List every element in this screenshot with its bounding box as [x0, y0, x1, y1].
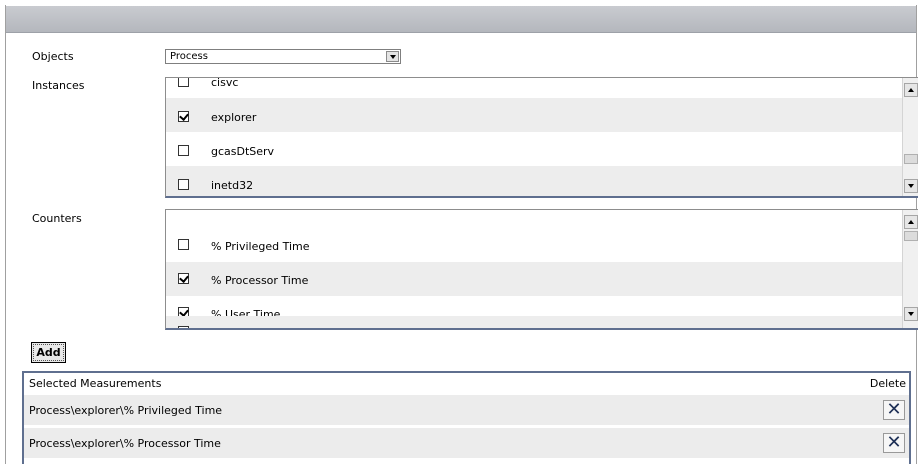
counter-checkbox[interactable] — [178, 239, 189, 250]
counter-checkbox[interactable] — [178, 273, 189, 284]
instances-list[interactable]: cisvc explorer gcasDtServ inetd32 — [165, 77, 918, 198]
measurement-text: Process\explorer\% Processor Time — [29, 437, 221, 450]
delete-icon[interactable]: ✕ — [883, 433, 905, 453]
instance-label: cisvc — [211, 77, 239, 89]
list-item[interactable]: % Privileged Time — [166, 228, 902, 262]
list-item[interactable]: cisvc — [166, 77, 902, 98]
list-item[interactable]: explorer — [166, 98, 902, 132]
list-item[interactable] — [166, 316, 902, 328]
counter-label: % Processor Time — [211, 274, 309, 287]
instances-scrollbar[interactable] — [902, 78, 918, 196]
table-row: Process\explorer\% Privileged Time ✕ — [24, 395, 909, 425]
counter-checkbox[interactable] — [178, 326, 189, 328]
instances-label: Instances — [32, 79, 85, 92]
delete-icon[interactable]: ✕ — [883, 400, 905, 420]
instance-checkbox[interactable] — [178, 111, 189, 122]
chevron-down-icon[interactable] — [386, 51, 399, 62]
selected-measurements-header: Selected Measurements — [29, 377, 162, 390]
scroll-up-icon[interactable] — [904, 215, 918, 229]
delete-column-header: Delete — [869, 377, 906, 390]
scroll-thumb[interactable] — [904, 231, 918, 241]
counters-scrollbar[interactable] — [902, 210, 918, 328]
objects-select-value: Process — [170, 51, 208, 62]
instance-checkbox[interactable] — [178, 179, 189, 190]
measurement-text: Process\explorer\% Privileged Time — [29, 404, 223, 417]
instance-checkbox[interactable] — [178, 78, 189, 87]
list-item[interactable]: gcasDtServ — [166, 132, 902, 166]
table-row: Process\explorer\% Processor Time ✕ — [24, 428, 909, 458]
counter-label: % Privileged Time — [211, 240, 310, 253]
panel-title-bar — [6, 6, 916, 33]
instance-label: inetd32 — [211, 179, 254, 192]
scroll-up-icon[interactable] — [904, 83, 918, 97]
instance-checkbox[interactable] — [178, 145, 189, 156]
objects-label: Objects — [32, 50, 74, 63]
instance-label: gcasDtServ — [211, 145, 275, 158]
list-item[interactable]: inetd32 — [166, 166, 902, 196]
objects-select[interactable]: Process — [165, 49, 401, 64]
scroll-thumb[interactable] — [904, 154, 918, 164]
counters-list[interactable]: % Privileged Time % Processor Time % Use… — [165, 209, 918, 330]
selected-measurements-table: Selected Measurements Delete Process\exp… — [22, 371, 911, 464]
scroll-down-icon[interactable] — [904, 179, 918, 193]
counters-label: Counters — [32, 212, 82, 225]
add-button[interactable]: Add — [31, 342, 66, 363]
scroll-down-icon[interactable] — [904, 307, 918, 321]
instance-label: explorer — [211, 111, 257, 124]
list-item[interactable]: % Processor Time — [166, 262, 902, 296]
